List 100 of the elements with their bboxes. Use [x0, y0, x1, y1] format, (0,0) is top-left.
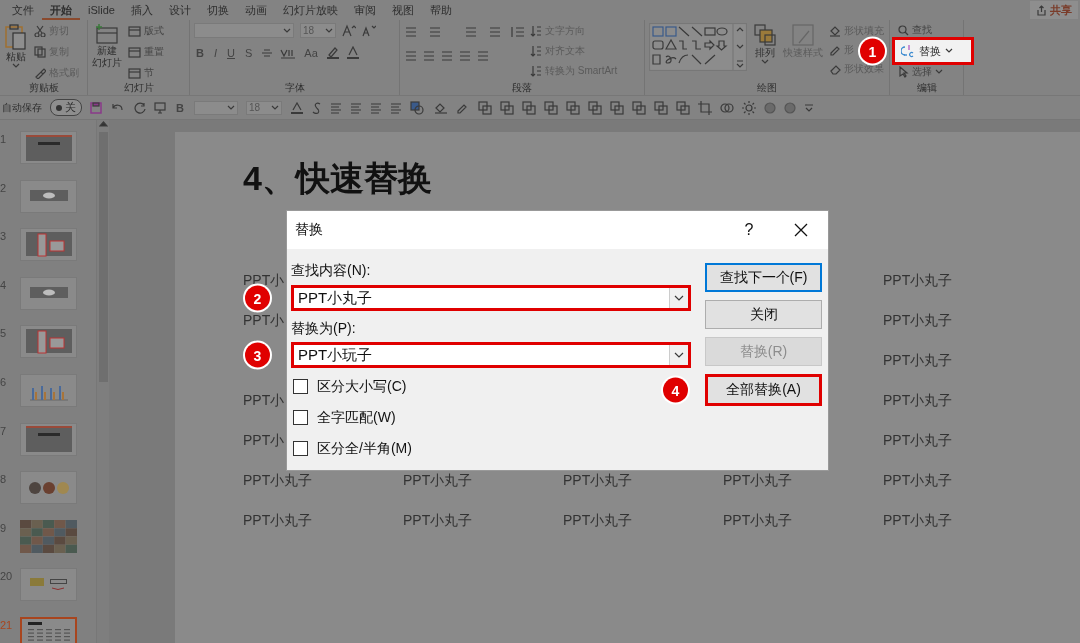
- slide-thumbnail[interactable]: [20, 373, 77, 407]
- slide-number: 21: [0, 617, 14, 631]
- new-slide-button[interactable]: 新建 幻灯片: [92, 23, 122, 81]
- slide-text: PPT小丸子: [243, 472, 313, 490]
- format-button[interactable]: U: [225, 46, 237, 59]
- format-button[interactable]: S: [242, 46, 255, 59]
- arrange-object-icon: [653, 100, 668, 115]
- dialog-button[interactable]: 关闭: [705, 300, 822, 329]
- align-icon: [349, 101, 362, 114]
- slide-thumbnail[interactable]: [20, 131, 77, 164]
- ribbon-tab[interactable]: 帮助: [421, 0, 460, 20]
- slide-thumbnail[interactable]: [20, 519, 77, 553]
- help-button[interactable]: ?: [724, 220, 774, 240]
- text-combo-box[interactable]: PPT小丸子: [291, 285, 691, 311]
- arrange-icon: [753, 23, 777, 47]
- brush-icon: [34, 67, 46, 79]
- ribbon-tab[interactable]: 插入: [122, 0, 161, 20]
- arrange-object-icon: [675, 100, 690, 115]
- quick-styles-icon: [791, 23, 815, 47]
- bold-button[interactable]: B: [174, 101, 186, 114]
- option-checkbox[interactable]: 区分大小写(C): [291, 371, 407, 402]
- step-badge: 3: [245, 342, 270, 368]
- effect-icon: [763, 101, 776, 114]
- caret-icon: [945, 48, 953, 54]
- ribbon-tab[interactable]: 动画: [236, 0, 275, 20]
- font-color-icon: [345, 46, 360, 59]
- paste-button[interactable]: 粘贴: [4, 23, 28, 81]
- eraser-icon: [829, 63, 841, 75]
- slide-text: PPT小丸子: [563, 472, 633, 490]
- font-color-icon: [289, 101, 304, 114]
- slide-command[interactable]: 节: [128, 65, 164, 81]
- change-case-button[interactable]: Aa: [302, 46, 320, 59]
- dialog-thumbnail-drawing: [23, 327, 74, 356]
- step-badge: 4: [663, 377, 688, 403]
- slide-text: PPT小: [243, 312, 285, 330]
- step-badge: 1: [860, 38, 885, 64]
- group-label: 编辑: [915, 81, 938, 95]
- share-button[interactable]: 共享: [1030, 1, 1078, 19]
- screenshot-thumbnail-drawing: [23, 133, 74, 162]
- ribbon-tab[interactable]: 切换: [198, 0, 237, 20]
- clipboard-icon: [4, 23, 28, 51]
- ribbon-tab[interactable]: iSlide: [80, 0, 123, 20]
- poster-thumbnail-drawing: [29, 577, 68, 592]
- ribbon-tab[interactable]: 视图: [383, 0, 422, 20]
- search-icon: [898, 24, 909, 36]
- autosave-toggle[interactable]: 关: [50, 99, 82, 116]
- slide-number: 8: [0, 472, 8, 486]
- align-icon: [369, 101, 382, 114]
- ribbon-tab[interactable]: 开始: [42, 0, 80, 20]
- slide-thumbnail[interactable]: [20, 179, 77, 213]
- slide-thumbnail[interactable]: [20, 616, 77, 643]
- option-checkbox[interactable]: 区分全/半角(M): [291, 433, 412, 464]
- slide-thumbnail[interactable]: [20, 228, 77, 262]
- slide-thumbnail[interactable]: [20, 276, 77, 310]
- text-combo-box[interactable]: PPT小玩子: [291, 342, 691, 368]
- scrollbar[interactable]: [96, 120, 109, 643]
- slide-thumbnail[interactable]: [20, 422, 77, 456]
- slide-number: 1: [0, 132, 8, 145]
- slide-thumbnail[interactable]: [20, 568, 77, 602]
- presentation-icon: [154, 101, 166, 114]
- slide-text: PPT小丸子: [883, 312, 953, 330]
- arrange-object-icon: [543, 100, 558, 115]
- save-icon: [90, 101, 102, 114]
- slide-text: PPT小丸子: [883, 512, 953, 530]
- caret-icon: [761, 59, 769, 65]
- ribbon-tab[interactable]: 审阅: [345, 0, 384, 20]
- shape-outline-icon: [409, 100, 426, 115]
- ribbon-tab[interactable]: 设计: [160, 0, 199, 20]
- font-name-dropdown[interactable]: [193, 100, 238, 115]
- paint-bucket-icon: [829, 25, 841, 37]
- group-label: 绘图: [756, 81, 778, 95]
- dialog-button[interactable]: 查找下一个(F): [705, 263, 822, 292]
- replace-icon: [901, 44, 915, 58]
- arrange-object-icon: [565, 100, 580, 115]
- slide-thumbnail[interactable]: [20, 325, 77, 359]
- close-icon: [794, 223, 808, 237]
- slide-text: PPT小丸子: [883, 432, 953, 450]
- field-label: 查找内容(N):: [291, 261, 371, 280]
- arrange-button[interactable]: 排列: [753, 23, 777, 81]
- chevron-down-icon: [674, 295, 684, 301]
- dialog-thumbnail-drawing: [23, 230, 74, 259]
- option-checkbox[interactable]: 全字匹配(W): [291, 402, 396, 433]
- slide-text: PPT小丸子: [883, 272, 953, 290]
- ribbon-tab[interactable]: 文件: [4, 0, 42, 20]
- redo-icon: [134, 101, 146, 114]
- slide-thumbnail[interactable]: [20, 471, 77, 505]
- caret-icon: [12, 63, 20, 69]
- format-button[interactable]: I: [211, 46, 219, 59]
- replace-command[interactable]: 替换: [892, 37, 974, 65]
- photo-grid-thumbnail-drawing: [20, 519, 77, 553]
- effect-icon: [783, 101, 796, 114]
- format-button[interactable]: B: [194, 46, 206, 59]
- text-direction-icon: [530, 45, 542, 57]
- arrange-object-icon: [609, 100, 624, 115]
- ribbon-tab[interactable]: 幻灯片放映: [274, 0, 346, 20]
- dialog-button[interactable]: 全部替换(A): [705, 374, 822, 406]
- autosave-label: 自动保存: [2, 100, 42, 115]
- layout-icon: [128, 25, 141, 37]
- text-direction-icon: [530, 25, 542, 37]
- slide-number: 4: [0, 277, 8, 291]
